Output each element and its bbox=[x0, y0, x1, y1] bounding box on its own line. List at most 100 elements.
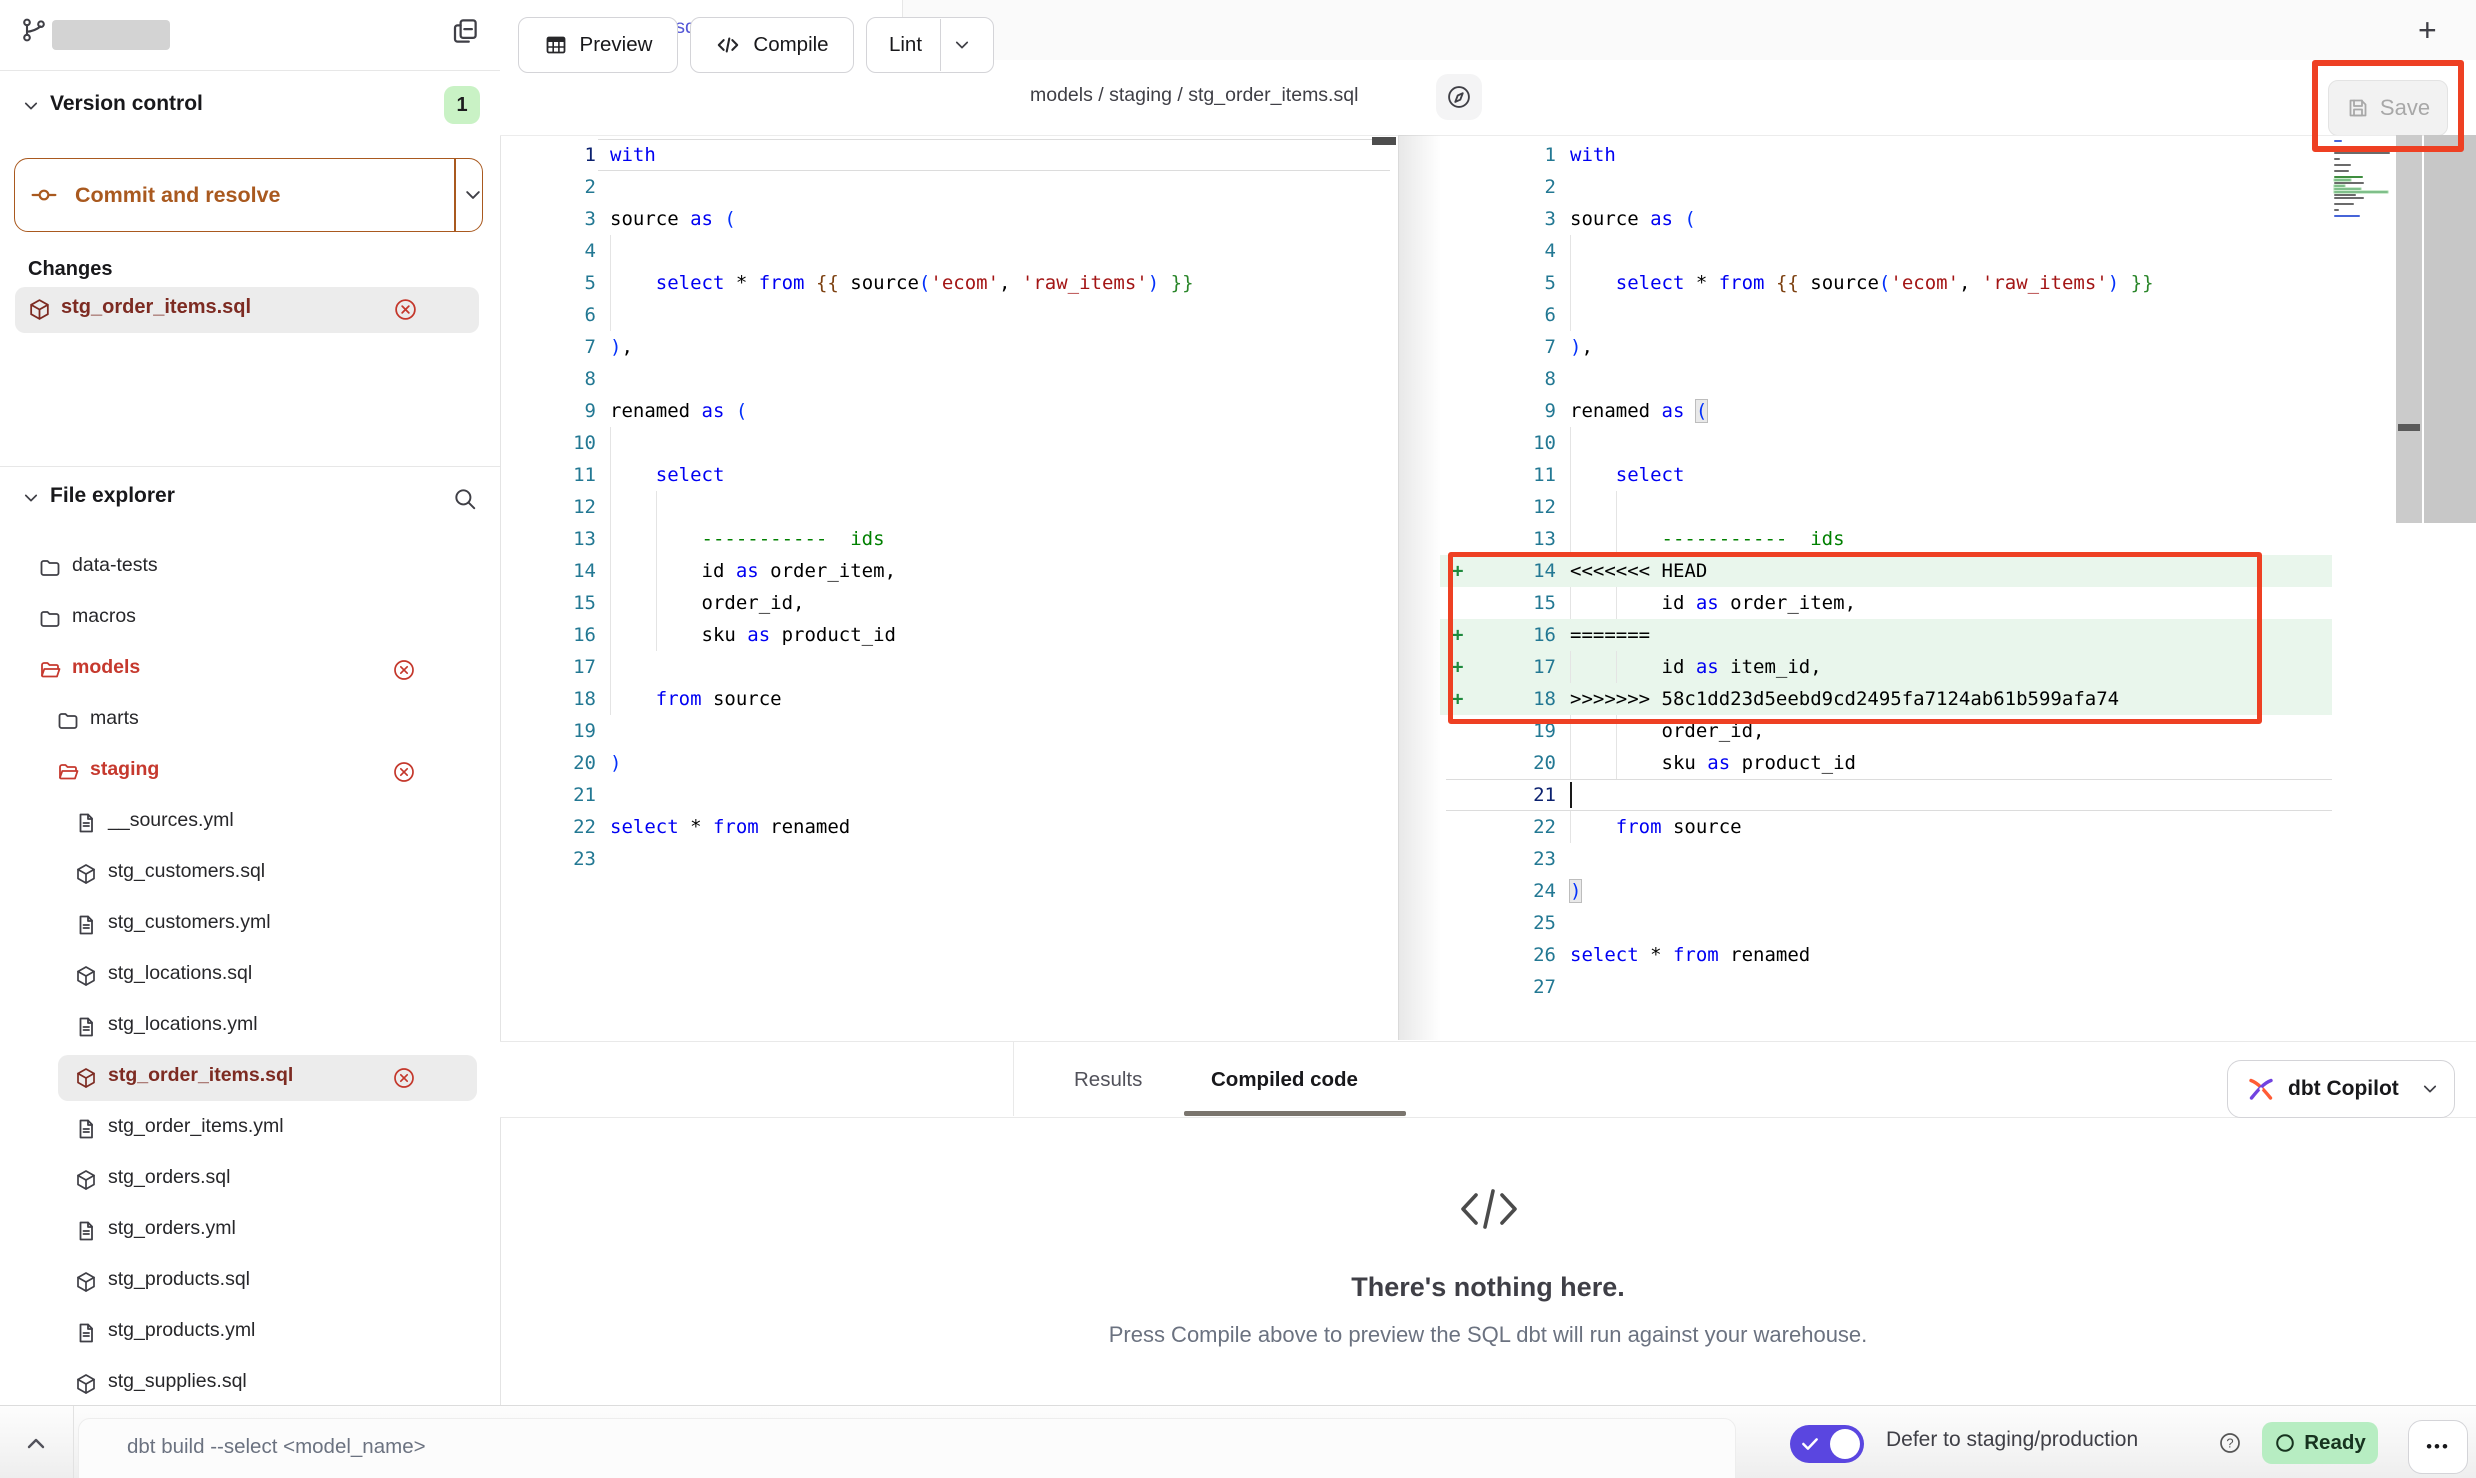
file-item-data-tests[interactable]: data-tests bbox=[0, 545, 500, 591]
code-line-2[interactable]: 2 bbox=[540, 171, 1390, 203]
code-line-9[interactable]: 9renamed as ( bbox=[1440, 395, 2332, 427]
code-line-1[interactable]: 1with bbox=[540, 139, 1390, 171]
code-line-14[interactable]: +14<<<<<<< HEAD bbox=[1440, 555, 2332, 587]
search-icon[interactable] bbox=[452, 486, 478, 512]
code-line-5[interactable]: 5 select * from {{ source('ecom', 'raw_i… bbox=[540, 267, 1390, 299]
code-line-16[interactable]: 16 sku as product_id bbox=[540, 619, 1390, 651]
compile-button[interactable]: Compile bbox=[690, 17, 854, 73]
file-item-stg_products.yml[interactable]: stg_products.yml bbox=[0, 1310, 500, 1356]
code-line-10[interactable]: 10 bbox=[540, 427, 1390, 459]
window-scrollbar-track[interactable] bbox=[2424, 135, 2476, 523]
code-line-5[interactable]: 5 select * from {{ source('ecom', 'raw_i… bbox=[1440, 267, 2332, 299]
file-item-marts[interactable]: marts bbox=[0, 698, 500, 744]
code-line-10[interactable]: 10 bbox=[1440, 427, 2332, 459]
file-item-stg_orders.sql[interactable]: stg_orders.sql bbox=[0, 1157, 500, 1203]
tab-compiled-code[interactable]: Compiled code bbox=[1211, 1068, 1358, 1092]
code-line-13[interactable]: 13 ----------- ids bbox=[540, 523, 1390, 555]
file-explorer-header[interactable]: File explorer bbox=[50, 484, 175, 508]
file-item-macros[interactable]: macros bbox=[0, 596, 500, 642]
code-line-2[interactable]: 2 bbox=[1440, 171, 2332, 203]
editor-pane-modified[interactable]: 1with23source as (45 select * from {{ so… bbox=[1440, 135, 2332, 1003]
code-line-19[interactable]: 19 bbox=[540, 715, 1390, 747]
code-line-12[interactable]: 12 bbox=[1440, 491, 2332, 523]
code-line-4[interactable]: 4 bbox=[540, 235, 1390, 267]
code-line-18[interactable]: 18 from source bbox=[540, 683, 1390, 715]
more-options-button[interactable]: ••• bbox=[2408, 1420, 2468, 1474]
preview-button[interactable]: Preview bbox=[518, 17, 678, 73]
code-line-12[interactable]: 12 bbox=[540, 491, 1390, 523]
code-line-7[interactable]: 7), bbox=[1440, 331, 2332, 363]
help-icon[interactable]: ? bbox=[2218, 1431, 2242, 1455]
code-line-8[interactable]: 8 bbox=[1440, 363, 2332, 395]
version-control-header[interactable]: Version control bbox=[50, 92, 203, 116]
tab-results[interactable]: Results bbox=[1074, 1068, 1142, 1092]
code-line-15[interactable]: 15 order_id, bbox=[540, 587, 1390, 619]
dbt-copilot-button[interactable]: dbt Copilot bbox=[2227, 1060, 2455, 1118]
code-line-26[interactable]: 26select * from renamed bbox=[1440, 939, 2332, 971]
code-line-25[interactable]: 25 bbox=[1440, 907, 2332, 939]
file-item-stg_customers.sql[interactable]: stg_customers.sql bbox=[0, 851, 500, 897]
file-item-stg_locations.sql[interactable]: stg_locations.sql bbox=[0, 953, 500, 999]
code-line-15[interactable]: 15 id as order_item, bbox=[1440, 587, 2332, 619]
code-line-22[interactable]: 22 from source bbox=[1440, 811, 2332, 843]
chevron-down-icon[interactable] bbox=[22, 97, 40, 115]
code-line-18[interactable]: +18>>>>>>> 58c1dd23d5eebd9cd2495fa7124ab… bbox=[1440, 683, 2332, 715]
discard-change-icon[interactable] bbox=[392, 658, 416, 682]
code-line-11[interactable]: 11 select bbox=[1440, 459, 2332, 491]
editor-pane-original[interactable]: 1with23source as (45 select * from {{ so… bbox=[540, 135, 1390, 875]
code-line-21[interactable]: 21 bbox=[540, 779, 1390, 811]
discard-change-icon[interactable] bbox=[392, 760, 416, 784]
code-line-20[interactable]: 20 sku as product_id bbox=[1440, 747, 2332, 779]
code-line-3[interactable]: 3source as ( bbox=[540, 203, 1390, 235]
editor-scrollbar-thumb[interactable] bbox=[2398, 424, 2420, 431]
file-item-stg_order_items.sql[interactable]: stg_order_items.sql bbox=[0, 1055, 500, 1101]
minimap[interactable] bbox=[2334, 140, 2394, 221]
code-line-7[interactable]: 7), bbox=[540, 331, 1390, 363]
file-item-stg_orders.yml[interactable]: stg_orders.yml bbox=[0, 1208, 500, 1254]
code-line-6[interactable]: 6 bbox=[1440, 299, 2332, 331]
file-item-stg_order_items.yml[interactable]: stg_order_items.yml bbox=[0, 1106, 500, 1152]
chevron-up-icon[interactable] bbox=[24, 1432, 48, 1456]
file-item-models[interactable]: models bbox=[0, 647, 500, 693]
code-line-17[interactable]: 17 bbox=[540, 651, 1390, 683]
code-line-13[interactable]: 13 ----------- ids bbox=[1440, 523, 2332, 555]
file-item-stg_supplies.sql[interactable]: stg_supplies.sql bbox=[0, 1361, 500, 1407]
code-line-20[interactable]: 20) bbox=[540, 747, 1390, 779]
code-line-11[interactable]: 11 select bbox=[540, 459, 1390, 491]
chevron-down-icon[interactable] bbox=[22, 489, 40, 507]
code-line-6[interactable]: 6 bbox=[540, 299, 1390, 331]
code-line-27[interactable]: 27 bbox=[1440, 971, 2332, 1003]
editor-scrollbar-track[interactable] bbox=[2396, 135, 2422, 523]
file-item-stg_customers.yml[interactable]: stg_customers.yml bbox=[0, 902, 500, 948]
code-line-1[interactable]: 1with bbox=[1440, 139, 2332, 171]
copy-files-icon[interactable] bbox=[450, 16, 480, 46]
new-tab-button[interactable]: + bbox=[2418, 12, 2437, 49]
command-input[interactable]: dbt build --select <model_name> bbox=[78, 1418, 1736, 1478]
chevron-down-icon[interactable] bbox=[953, 36, 971, 54]
defer-toggle[interactable] bbox=[1790, 1425, 1864, 1463]
code-line-24[interactable]: 24) bbox=[1440, 875, 2332, 907]
file-item-stg_locations.yml[interactable]: stg_locations.yml bbox=[0, 1004, 500, 1050]
code-line-9[interactable]: 9renamed as ( bbox=[540, 395, 1390, 427]
file-item-stg_products.sql[interactable]: stg_products.sql bbox=[0, 1259, 500, 1305]
chevron-down-icon[interactable] bbox=[463, 185, 483, 205]
lineage-button[interactable] bbox=[1436, 74, 1482, 120]
code-line-4[interactable]: 4 bbox=[1440, 235, 2332, 267]
save-button[interactable]: Save bbox=[2328, 80, 2448, 136]
code-line-22[interactable]: 22select * from renamed bbox=[540, 811, 1390, 843]
code-line-21[interactable]: 21 bbox=[1440, 779, 2332, 811]
file-item-staging[interactable]: staging bbox=[0, 749, 500, 795]
code-line-23[interactable]: 23 bbox=[1440, 843, 2332, 875]
code-line-14[interactable]: 14 id as order_item, bbox=[540, 555, 1390, 587]
code-line-23[interactable]: 23 bbox=[540, 843, 1390, 875]
lint-button[interactable]: Lint bbox=[866, 17, 994, 73]
changes-item-stg_order_items.sql[interactable]: stg_order_items.sql bbox=[15, 287, 479, 333]
commit-and-resolve-button[interactable]: Commit and resolve bbox=[14, 158, 483, 232]
code-line-19[interactable]: 19 order_id, bbox=[1440, 715, 2332, 747]
code-line-3[interactable]: 3source as ( bbox=[1440, 203, 2332, 235]
code-line-16[interactable]: +16======= bbox=[1440, 619, 2332, 651]
discard-change-icon[interactable] bbox=[392, 1066, 416, 1090]
discard-change-icon[interactable] bbox=[393, 297, 418, 322]
code-line-8[interactable]: 8 bbox=[540, 363, 1390, 395]
left-editor-scrollbar-thumb[interactable] bbox=[1372, 137, 1396, 145]
